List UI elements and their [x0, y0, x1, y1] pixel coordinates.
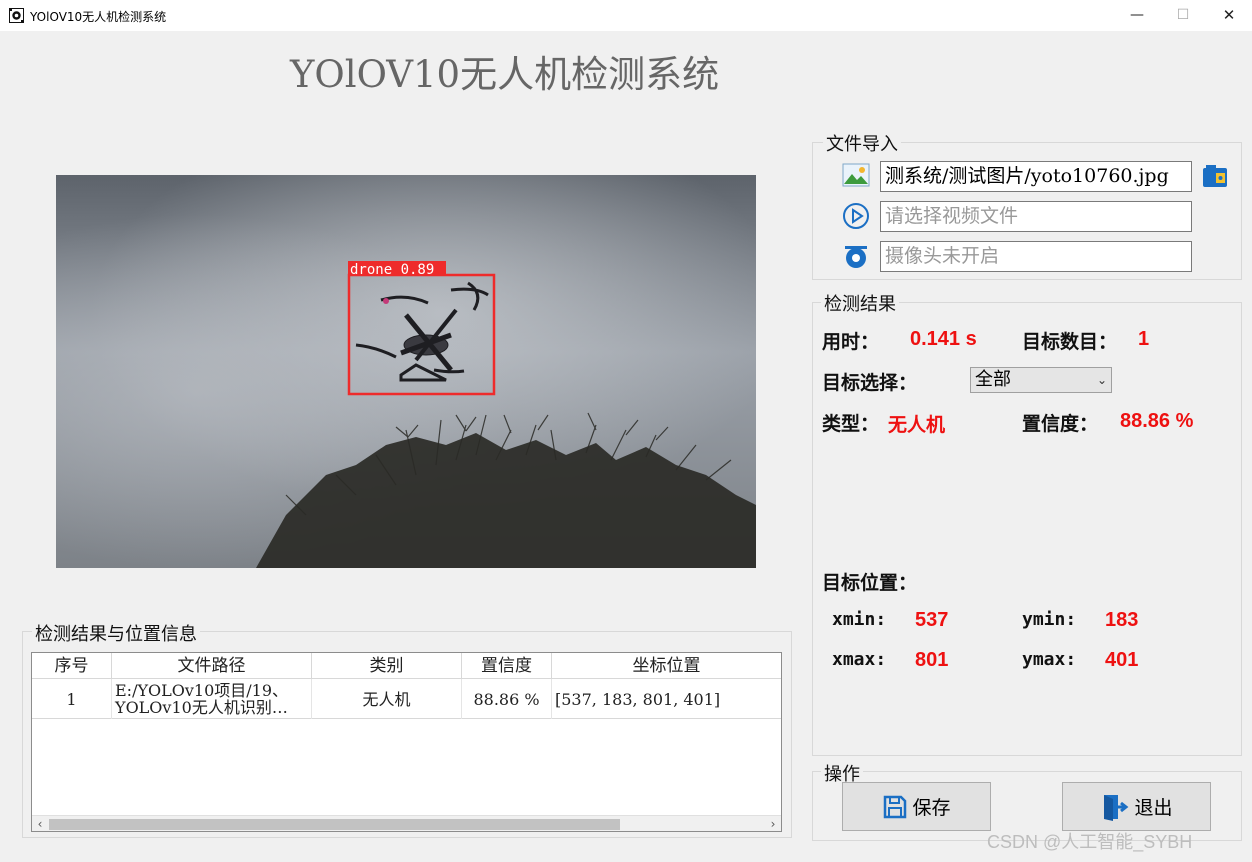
app-icon — [9, 8, 24, 23]
exit-button[interactable]: 退出 — [1062, 782, 1211, 831]
save-button[interactable]: 保存 — [842, 782, 991, 831]
table-header: 序号 文件路径 类别 置信度 坐标位置 — [32, 653, 781, 679]
target-select[interactable]: 全部 ⌄ — [970, 367, 1112, 393]
table-row[interactable]: 1 E:/YOLOv10项目/19、 YOLOv10无人机识别… 无人机 88.… — [32, 679, 781, 719]
type-label: 类型： — [822, 413, 880, 435]
xmax-value: 801 — [915, 649, 949, 671]
open-folder-icon[interactable] — [1201, 162, 1229, 190]
time-label: 用时： — [822, 331, 880, 353]
cell-path-line1: E:/YOLOv10项目/19、 — [115, 681, 289, 700]
xmin-value: 537 — [915, 609, 949, 631]
video-path-field[interactable]: 请选择视频文件 — [880, 201, 1192, 232]
camera-status-field[interactable]: 摄像头未开启 — [880, 241, 1192, 272]
image-file-icon[interactable] — [842, 162, 870, 190]
scroll-left-icon[interactable]: ‹ — [32, 816, 48, 832]
cell-confidence: 88.86 % — [462, 679, 552, 719]
cell-coords: [537, 183, 801, 401] — [555, 689, 721, 709]
camera-icon[interactable] — [842, 242, 870, 270]
detection-label: drone 0.89 — [350, 262, 434, 278]
count-value: 1 — [1138, 328, 1150, 350]
save-icon — [884, 795, 907, 818]
video-play-icon[interactable] — [842, 202, 870, 230]
watermark: CSDN @人工智能_SYBH — [987, 832, 1193, 852]
count-label: 目标数目： — [1022, 331, 1118, 353]
cell-path-line2: YOLOv10无人机识别… — [115, 698, 288, 717]
header-class[interactable]: 类别 — [312, 653, 462, 679]
header-coords[interactable]: 坐标位置 — [552, 653, 781, 679]
chevron-down-icon: ⌄ — [1096, 373, 1107, 387]
target-select-value: 全部 — [975, 369, 1011, 390]
cell-path: E:/YOLOv10项目/19、 YOLOv10无人机识别… — [112, 679, 312, 719]
type-value: 无人机 — [888, 414, 946, 436]
header-path[interactable]: 文件路径 — [112, 653, 312, 679]
ymin-label: ymin: — [1022, 609, 1077, 630]
maximize-button[interactable]: ☐ — [1160, 0, 1206, 31]
cell-class: 无人机 — [312, 679, 462, 719]
results-table[interactable]: 序号 文件路径 类别 置信度 坐标位置 1 E:/YOLOv10项目/19、 Y… — [31, 652, 782, 832]
ymin-value: 183 — [1105, 609, 1139, 631]
file-import-legend: 文件导入 — [823, 130, 901, 156]
exit-icon — [1104, 794, 1129, 821]
detection-result-legend: 检测结果 — [821, 290, 899, 316]
position-label: 目标位置： — [822, 572, 918, 594]
confidence-label: 置信度： — [1022, 413, 1099, 435]
ymax-label: ymax: — [1022, 649, 1077, 670]
window-title: YOlOV10无人机检测系统 — [30, 10, 167, 24]
xmax-label: xmax: — [832, 649, 887, 670]
ymax-value: 401 — [1105, 649, 1139, 671]
save-button-label: 保存 — [912, 797, 951, 819]
header-index[interactable]: 序号 — [32, 653, 112, 679]
minimize-button[interactable]: — — [1114, 0, 1160, 31]
cell-index: 1 — [32, 679, 112, 719]
page-title: YOlOV10无人机检测系统 — [290, 53, 720, 96]
xmin-label: xmin: — [832, 609, 887, 630]
detection-image-view: drone 0.89 — [56, 175, 756, 568]
horizontal-scrollbar[interactable]: ‹ › — [32, 815, 781, 831]
scrollbar-thumb[interactable] — [49, 819, 620, 830]
target-select-label: 目标选择： — [822, 372, 918, 394]
exit-button-label: 退出 — [1134, 797, 1173, 819]
results-table-legend: 检测结果与位置信息 — [32, 620, 200, 646]
scroll-right-icon[interactable]: › — [765, 816, 781, 832]
confidence-value: 88.86 % — [1120, 410, 1194, 432]
close-button[interactable]: ✕ — [1206, 0, 1252, 31]
time-value: 0.141 s — [910, 328, 977, 350]
header-confidence[interactable]: 置信度 — [462, 653, 552, 679]
image-path-field[interactable]: 测系统/测试图片/yoto10760.jpg — [880, 161, 1192, 192]
detection-image: drone 0.89 — [56, 175, 756, 568]
window-titlebar: YOlOV10无人机检测系统 — ☐ ✕ — [0, 0, 1252, 31]
